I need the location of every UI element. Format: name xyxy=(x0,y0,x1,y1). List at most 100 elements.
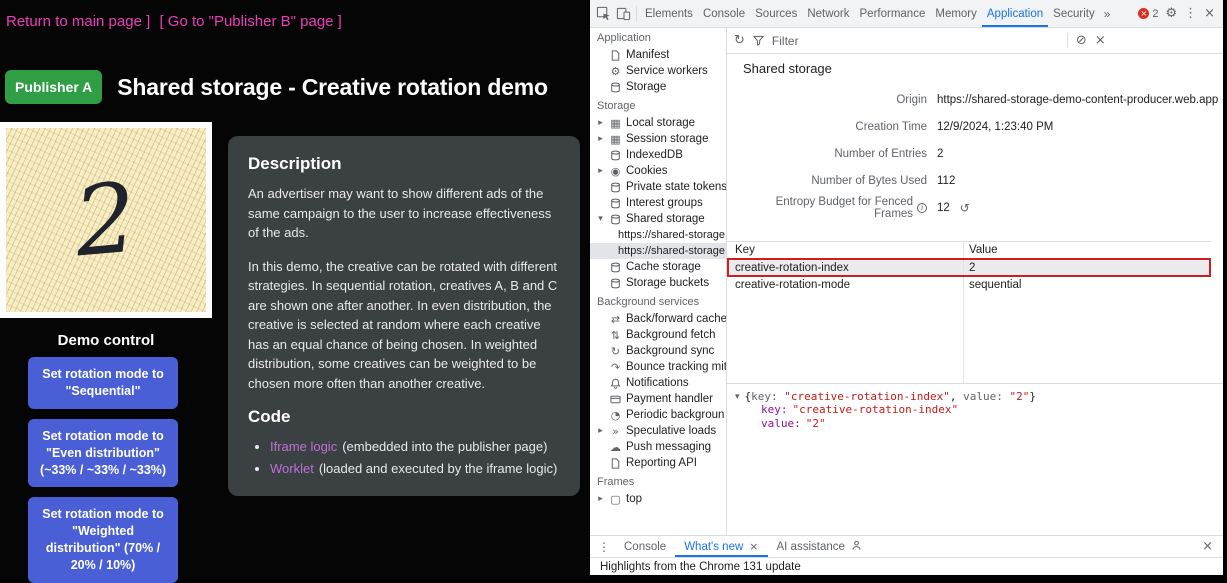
preview-property-value: value:"2" xyxy=(735,417,1217,431)
sidebar-item-cookies[interactable]: ▸ ◉ Cookies xyxy=(590,163,726,179)
table-row-creative-rotation-index[interactable]: creative-rotation-index 2 xyxy=(727,259,1211,276)
database-icon xyxy=(609,277,622,290)
delete-all-icon[interactable]: ⊘ xyxy=(1076,33,1087,48)
devtools-menu-icon[interactable]: ⋮ xyxy=(1184,6,1197,21)
sidebar-item-frame-top[interactable]: ▸ ▢ top xyxy=(590,491,726,507)
database-icon xyxy=(609,149,622,162)
payment-card-icon xyxy=(609,393,622,406)
sidebar-item-interest-groups[interactable]: Interest groups xyxy=(590,195,726,211)
expand-icon[interactable]: ▸ xyxy=(596,134,605,144)
bell-icon xyxy=(609,377,622,390)
clock-icon: ◔ xyxy=(609,409,622,422)
database-icon xyxy=(609,181,622,194)
expand-icon[interactable]: ▸ xyxy=(596,118,605,128)
sidebar-item-shared-storage[interactable]: ▾ Shared storage xyxy=(590,211,726,227)
description-card: Description An advertiser may want to sh… xyxy=(228,136,580,496)
set-sequential-button[interactable]: Set rotation mode to "Sequential" xyxy=(28,357,178,409)
tab-console[interactable]: Console xyxy=(698,0,750,27)
cell-value: 2 xyxy=(963,262,1211,274)
database-icon xyxy=(609,213,622,226)
sidebar-item-session-storage[interactable]: ▸ ▦ Session storage xyxy=(590,131,726,147)
tab-application[interactable]: Application xyxy=(982,0,1048,27)
device-toolbar-icon[interactable] xyxy=(613,3,633,25)
collapse-icon[interactable]: ▾ xyxy=(735,392,740,402)
error-icon: × xyxy=(1138,8,1149,19)
tab-elements[interactable]: Elements xyxy=(640,0,698,27)
delete-selected-icon[interactable]: × xyxy=(1095,33,1106,48)
creative-number: 2 xyxy=(71,170,140,271)
meta-origin: Origin https://shared-storage-demo-conte… xyxy=(727,86,1223,113)
tab-sources[interactable]: Sources xyxy=(750,0,802,27)
page-title: Shared storage - Creative rotation demo xyxy=(117,74,548,101)
table-icon: ▦ xyxy=(609,117,622,130)
error-count: 2 xyxy=(1152,8,1158,20)
sidebar-item-push-messaging[interactable]: ☁ Push messaging xyxy=(590,439,726,455)
preview-summary-line[interactable]: ▾ {key: "creative-rotation-index", value… xyxy=(735,390,1217,403)
whats-new-headline[interactable]: Highlights from the Chrome 131 update xyxy=(600,561,801,573)
tab-memory[interactable]: Memory xyxy=(930,0,982,27)
tab-network[interactable]: Network xyxy=(802,0,854,27)
iframe-logic-link[interactable]: Iframe logic xyxy=(270,439,337,454)
more-tabs-icon[interactable]: » xyxy=(1100,7,1115,21)
sidebar-item-shared-storage-origin-2[interactable]: https://shared-storage… xyxy=(590,243,726,259)
close-tab-icon[interactable]: × xyxy=(749,540,758,553)
reset-budget-icon[interactable]: ↺ xyxy=(960,201,970,215)
bytes-value: 112 xyxy=(937,175,955,187)
tab-security[interactable]: Security xyxy=(1048,0,1100,27)
column-header-value[interactable]: Value xyxy=(963,244,1211,256)
worklet-link[interactable]: Worklet xyxy=(270,461,314,476)
inspect-element-icon[interactable] xyxy=(593,3,613,25)
sidebar-item-manifest[interactable]: Manifest xyxy=(590,47,726,63)
sidebar-item-background-sync[interactable]: ↻ Background sync xyxy=(590,343,726,359)
drawer-menu-icon[interactable]: ⋮ xyxy=(593,540,615,554)
pane-title: Shared storage xyxy=(727,54,1223,82)
sidebar-item-service-workers[interactable]: ⚙ Service workers xyxy=(590,63,726,79)
pane-content: Shared storage Origin https://shared-sto… xyxy=(727,54,1223,383)
sidebar-item-storage[interactable]: Storage xyxy=(590,79,726,95)
sidebar-item-private-state-tokens[interactable]: Private state tokens xyxy=(590,179,726,195)
cell-value: sequential xyxy=(963,279,1211,291)
bounce-arrow-icon: ↷ xyxy=(609,361,622,374)
sidebar-item-indexeddb[interactable]: IndexedDB xyxy=(590,147,726,163)
sidebar-item-storage-buckets[interactable]: Storage buckets xyxy=(590,275,726,291)
table-icon: ▦ xyxy=(609,133,622,146)
filter-input[interactable] xyxy=(770,33,1030,49)
drawer-tab-console[interactable]: Console xyxy=(615,536,675,557)
table-row-creative-rotation-mode[interactable]: creative-rotation-mode sequential xyxy=(727,276,1211,293)
refresh-icon[interactable]: ↻ xyxy=(734,33,745,48)
database-icon xyxy=(609,81,622,94)
collapse-icon[interactable]: ▾ xyxy=(596,214,605,224)
sidebar-item-shared-storage-origin-1[interactable]: https://shared-storage… xyxy=(590,227,726,243)
expand-icon[interactable]: ▸ xyxy=(596,494,605,504)
column-header-key[interactable]: Key xyxy=(727,244,963,256)
set-even-distribution-button[interactable]: Set rotation mode to "Even distribution"… xyxy=(28,419,178,488)
settings-gear-icon[interactable]: ⚙ xyxy=(1165,6,1177,21)
set-weighted-distribution-button[interactable]: Set rotation mode to "Weighted distribut… xyxy=(28,497,178,583)
sidebar-item-bounce-tracking[interactable]: ↷ Bounce tracking miti… xyxy=(590,359,726,375)
sidebar-item-background-fetch[interactable]: ⇅ Background fetch xyxy=(590,327,726,343)
sidebar-item-back-forward-cache[interactable]: ⇄ Back/forward cache xyxy=(590,311,726,327)
sidebar-item-local-storage[interactable]: ▸ ▦ Local storage xyxy=(590,115,726,131)
drawer-tab-whats-new[interactable]: What's new × xyxy=(675,536,767,557)
sidebar-item-payment-handler[interactable]: Payment handler xyxy=(590,391,726,407)
sidebar-item-reporting-api[interactable]: Reporting API xyxy=(590,455,726,471)
database-icon xyxy=(609,197,622,210)
expand-icon[interactable]: ▸ xyxy=(596,166,605,176)
sidebar-item-speculative-loads[interactable]: ▸ » Speculative loads xyxy=(590,423,726,439)
drawer-tab-ai-assistance[interactable]: AI assistance xyxy=(768,536,871,557)
publisher-b-link[interactable]: [ Go to "Publisher B" page ] xyxy=(159,13,341,30)
info-icon[interactable]: i xyxy=(917,203,927,213)
close-devtools-icon[interactable]: × xyxy=(1204,6,1215,21)
close-drawer-icon[interactable]: × xyxy=(1202,539,1220,554)
sidebar-item-cache-storage[interactable]: Cache storage xyxy=(590,259,726,275)
expand-icon[interactable]: ▸ xyxy=(596,426,605,436)
tab-performance[interactable]: Performance xyxy=(855,0,931,27)
description-paragraph-2: In this demo, the creative can be rotate… xyxy=(248,257,560,394)
demo-control-title: Demo control xyxy=(0,332,212,349)
cell-key: creative-rotation-index xyxy=(727,262,963,274)
sidebar-item-periodic-background-sync[interactable]: ◔ Periodic backgroun… xyxy=(590,407,726,423)
error-counter[interactable]: × 2 xyxy=(1138,8,1158,20)
return-main-page-link[interactable]: Return to main page ] xyxy=(6,13,150,30)
sidebar-item-notifications[interactable]: Notifications xyxy=(590,375,726,391)
cloud-icon: ☁ xyxy=(609,441,622,454)
